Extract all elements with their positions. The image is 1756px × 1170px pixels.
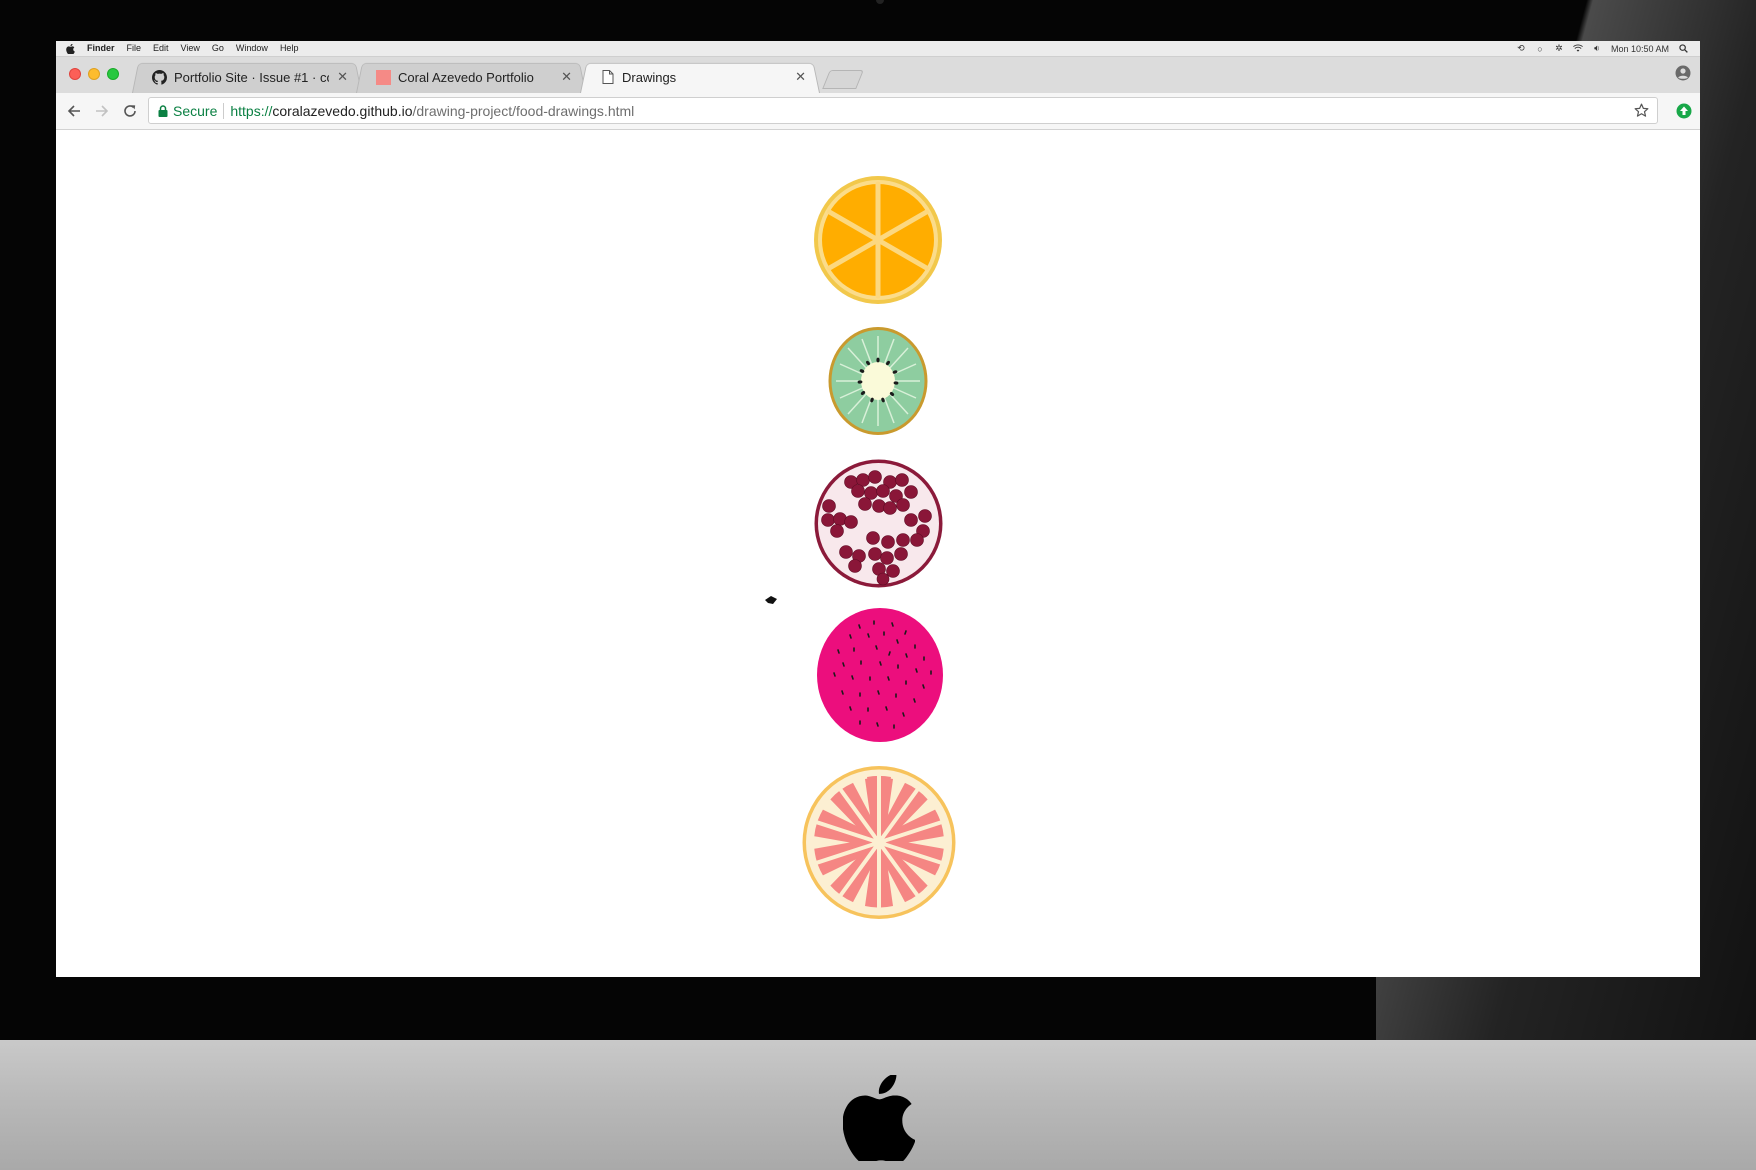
menu-view[interactable]: View [181, 41, 200, 56]
portfolio-favicon [376, 69, 391, 85]
tab-title: Drawings [622, 69, 677, 85]
spotlight-icon[interactable] [1678, 44, 1688, 54]
pomegranate-slice [814, 459, 943, 588]
grapefruit-slice [802, 766, 956, 919]
menu-bar: Finder File Edit View Go Window Help ⟲ ○… [56, 41, 1700, 57]
close-tab-icon[interactable]: ✕ [337, 69, 348, 85]
wifi-icon[interactable] [1573, 44, 1583, 54]
extension-update-icon[interactable] [1676, 103, 1692, 119]
tab-title: Portfolio Site · Issue #1 · coral [174, 69, 329, 85]
menu-clock[interactable]: Mon 10:50 AM [1611, 44, 1669, 54]
url-host: coralazevedo.github.io [272, 102, 413, 119]
screen: Finder File Edit View Go Window Help ⟲ ○… [56, 41, 1700, 977]
reload-button[interactable] [120, 101, 140, 121]
menu-file[interactable]: File [127, 41, 142, 56]
url-scheme: https:// [230, 102, 273, 119]
arrow-right-icon [96, 105, 109, 117]
close-tab-icon[interactable]: ✕ [561, 69, 572, 85]
page-icon [600, 70, 615, 85]
orange-slice [814, 176, 942, 304]
tab-title: Coral Azevedo Portfolio [398, 69, 534, 85]
time-machine-icon[interactable]: ⟲ [1516, 43, 1526, 54]
menu-app-name[interactable]: Finder [87, 41, 115, 56]
tab-strip: Portfolio Site · Issue #1 · coral ✕ Cora… [56, 57, 1700, 93]
menu-edit[interactable]: Edit [153, 41, 169, 56]
back-button[interactable] [64, 101, 84, 121]
dragon-fruit-slice [817, 608, 943, 742]
minimize-window-button[interactable] [88, 68, 100, 80]
kiwi-slice [828, 327, 928, 435]
bookmark-star-icon[interactable] [1634, 103, 1649, 118]
arrow-left-icon [67, 105, 80, 117]
tab-portfolio-issue[interactable]: Portfolio Site · Issue #1 · coral ✕ [132, 61, 362, 93]
lock-icon [158, 104, 168, 117]
forward-button[interactable] [92, 101, 112, 121]
volume-icon[interactable]: 🔉︎ [1592, 43, 1602, 54]
profile-icon[interactable] [1675, 65, 1691, 81]
browser-toolbar: Secure https://coralazevedo.github.io/dr… [56, 93, 1700, 130]
url-path: /drawing-project/food-drawings.html [412, 102, 635, 119]
menu-go[interactable]: Go [212, 41, 224, 56]
messages-icon[interactable]: ○ [1535, 44, 1545, 54]
omnibox-separator [223, 102, 225, 119]
reload-icon [124, 105, 136, 117]
github-icon [152, 69, 167, 85]
menu-window[interactable]: Window [236, 41, 268, 56]
secure-label[interactable]: Secure [173, 103, 217, 119]
apple-logo-icon [843, 1075, 915, 1161]
bluetooth-icon[interactable]: ✲ [1554, 43, 1564, 54]
close-tab-icon[interactable]: ✕ [795, 69, 806, 85]
address-bar[interactable]: Secure https://coralazevedo.github.io/dr… [148, 97, 1658, 124]
tab-drawings[interactable]: Drawings ✕ [580, 61, 820, 93]
new-tab-button[interactable] [822, 70, 864, 89]
window-controls [69, 68, 119, 80]
mouse-cursor-icon [765, 596, 777, 604]
close-window-button[interactable] [69, 68, 81, 80]
menu-help[interactable]: Help [280, 41, 299, 56]
tab-coral-portfolio[interactable]: Coral Azevedo Portfolio ✕ [356, 61, 586, 93]
zoom-window-button[interactable] [107, 68, 119, 80]
apple-menu-icon[interactable] [66, 43, 75, 54]
page-content [56, 130, 1700, 977]
